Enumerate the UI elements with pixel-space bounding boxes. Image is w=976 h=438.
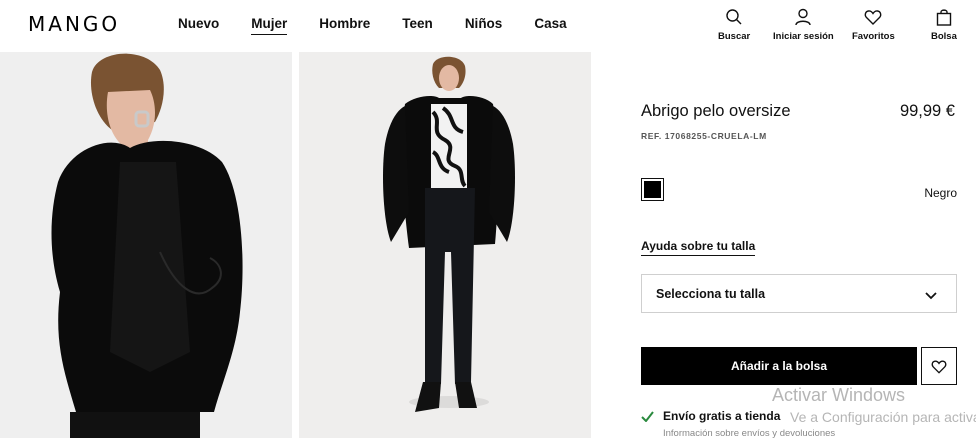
product-reference: REF. 17068255-CRUELA-LM <box>641 131 767 141</box>
heart-icon <box>931 360 947 374</box>
product-title: Abrigo pelo oversize <box>641 102 791 120</box>
favorites-label: Favoritos <box>852 31 895 42</box>
heart-icon <box>865 10 882 25</box>
site-header: MANGO Nuevo Mujer Hombre Teen Niños Casa… <box>0 0 976 50</box>
mango-logo[interactable]: MANGO <box>28 12 120 36</box>
product-price: 99,99 € <box>899 102 955 120</box>
check-icon <box>641 410 654 422</box>
windows-watermark-title: Activar Windows <box>772 385 906 405</box>
bag-label: Bolsa <box>931 31 957 42</box>
login-button[interactable]: Iniciar sesión <box>773 8 834 42</box>
nav-item-hombre[interactable]: Hombre <box>319 16 370 35</box>
main-nav: Nuevo Mujer Hombre Teen Niños Casa <box>178 16 599 35</box>
add-to-bag-button[interactable]: Añadir a la bolsa <box>641 347 917 385</box>
shipping-returns-link[interactable]: Información sobre envíos y devoluciones <box>663 428 835 438</box>
product-photo-fullbody[interactable] <box>299 52 591 438</box>
login-label: Iniciar sesión <box>773 31 834 42</box>
color-name: Negro <box>924 186 957 200</box>
size-help-link[interactable]: Ayuda sobre tu talla <box>641 239 756 256</box>
search-icon <box>726 9 742 25</box>
user-icon <box>795 8 812 26</box>
nav-item-mujer[interactable]: Mujer <box>251 16 288 35</box>
nav-item-teen[interactable]: Teen <box>402 16 433 35</box>
size-select-label: Selecciona tu talla <box>656 287 766 301</box>
size-select[interactable]: Selecciona tu talla <box>641 274 957 313</box>
add-to-favorites-button[interactable] <box>921 347 957 385</box>
search-button[interactable]: Buscar <box>718 8 750 42</box>
shipping-text: Envío gratis a tienda <box>663 409 781 423</box>
model-closeup-image <box>0 52 292 438</box>
favorites-button[interactable]: Favoritos <box>852 8 895 42</box>
nav-item-nuevo[interactable]: Nuevo <box>178 16 219 35</box>
bag-button[interactable]: Bolsa <box>931 8 957 42</box>
nav-item-ninos[interactable]: Niños <box>465 16 503 35</box>
product-photo-closeup[interactable] <box>0 52 292 438</box>
windows-watermark-subtitle: Ve a Configuración para activar <box>790 409 976 425</box>
bag-icon <box>936 9 952 26</box>
color-swatch-black[interactable] <box>641 178 664 201</box>
swatch-fill <box>644 181 661 198</box>
model-fullbody-image <box>299 52 591 438</box>
shipping-info: Envío gratis a tienda <box>641 409 780 423</box>
chevron-down-icon <box>925 292 937 300</box>
search-label: Buscar <box>718 31 751 42</box>
nav-item-casa[interactable]: Casa <box>534 16 566 35</box>
